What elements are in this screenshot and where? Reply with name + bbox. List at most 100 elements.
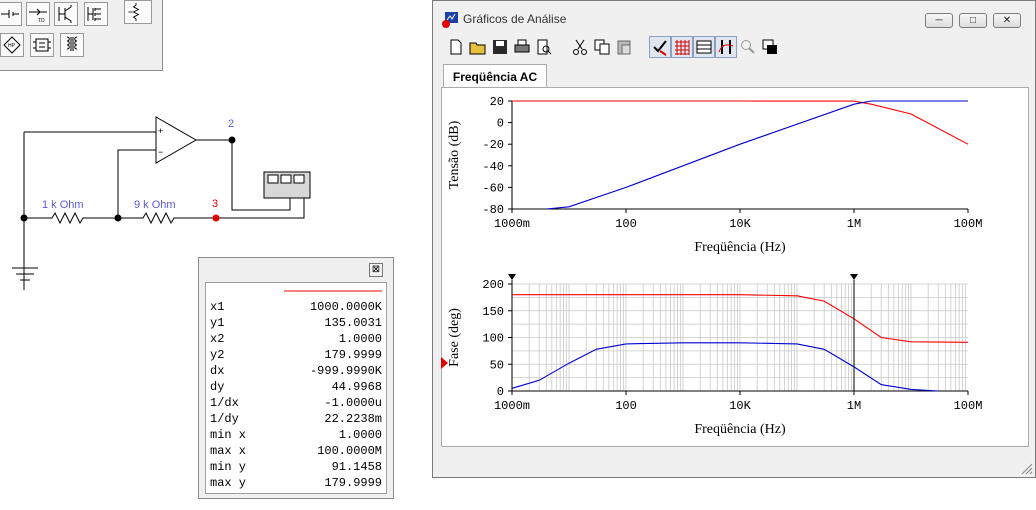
svg-text:+: + — [158, 126, 163, 136]
y-tick-label: 100 — [482, 332, 504, 346]
analysis-window: Gráficos de Análise ─ □ ✕ Freqüência AC … — [432, 0, 1036, 478]
readout-row: y2 179.9999 — [206, 348, 386, 364]
cut-icon[interactable] — [569, 36, 591, 58]
x-tick-label: 1000m — [494, 399, 530, 413]
readout-key: min x — [210, 428, 247, 442]
readout-key: 1/dx — [210, 396, 239, 410]
plot-area[interactable]: 20 0 -20 -40 -60 -80 1000m 100 10K 1M 100M Freqüênc… — [441, 87, 1029, 447]
transistor-icon[interactable] — [54, 2, 78, 26]
save-icon[interactable] — [489, 36, 511, 58]
readout-key: x1 — [210, 300, 225, 314]
readout-key: max x — [210, 444, 247, 458]
open-icon[interactable] — [467, 36, 489, 58]
series-line-blue — [511, 342, 939, 392]
print-icon[interactable] — [511, 36, 533, 58]
readout-value: 91.1458 — [331, 460, 382, 474]
node2-label: 2 — [228, 118, 234, 130]
voltage-source-icon[interactable] — [0, 2, 22, 26]
cursor-readout-window: ⊠ x1 1000.0000K y1 135.0031 x2 1.0000 y2 179.99… — [198, 257, 394, 499]
ground-symbol — [12, 267, 38, 281]
readout-value: 1.0000 — [338, 428, 382, 442]
r2-label: 9 k Ohm — [134, 199, 176, 211]
tab-frequencia-ac[interactable]: Freqüência AC — [443, 64, 547, 88]
print-preview-icon[interactable] — [533, 36, 555, 58]
readout-row: y1 135.0031 — [206, 316, 386, 332]
readout-key: min y — [210, 460, 247, 474]
titlebar[interactable]: Gráficos de Análise ─ □ ✕ — [433, 1, 1035, 37]
transformer-icon[interactable] — [60, 33, 84, 57]
y-tick-label: -80 — [482, 203, 504, 217]
x-tick-label: 100M — [954, 217, 983, 231]
toolbar — [439, 36, 1029, 60]
y-tick-label: -20 — [482, 138, 504, 152]
mosfet-icon[interactable] — [84, 2, 108, 26]
grid-icon[interactable] — [671, 36, 693, 58]
window-icon[interactable] — [759, 36, 781, 58]
y-tick-label: 0 — [497, 385, 504, 399]
copy-icon[interactable] — [591, 36, 613, 58]
readout-table: x1 1000.0000K y1 135.0031 x2 1.0000 y2 179.9999… — [205, 282, 387, 494]
cursor-icon[interactable] — [715, 36, 737, 58]
new-icon[interactable] — [445, 36, 467, 58]
y-tick-label: -60 — [482, 181, 504, 195]
readout-value: 135.0031 — [324, 316, 382, 330]
readout-value: 179.9999 — [324, 476, 382, 490]
potentiometer-icon[interactable] — [124, 0, 152, 24]
readout-row: dy 44.9968 — [206, 380, 386, 396]
svg-text:TD: TD — [38, 18, 45, 24]
x-tick-label: 100 — [615, 217, 637, 231]
readout-key: 1/dy — [210, 412, 239, 426]
properties-icon[interactable] — [649, 36, 671, 58]
maximize-button[interactable]: □ — [959, 13, 987, 28]
resistor-r1 — [24, 211, 118, 225]
y-axis-label: Fase (deg) — [447, 308, 462, 367]
charts-svg[interactable]: 200-20-40-60-801000m 100 10K 1M 100MFreqüênc… — [442, 88, 1028, 446]
r1-label: 1 k Ohm — [42, 199, 84, 211]
svg-text:HP: HP — [8, 43, 16, 49]
readout-value: 1000.0000K — [309, 300, 382, 314]
paste-icon[interactable] — [613, 36, 635, 58]
app-icon — [442, 12, 458, 28]
y-tick-label: 50 — [490, 358, 504, 372]
minimize-button[interactable]: ─ — [925, 13, 953, 28]
readout-value: -999.9990K — [309, 364, 382, 378]
parts-bin: TD HP — [0, 0, 163, 71]
y-tick-label: 0 — [497, 117, 504, 131]
ammeter-icon[interactable]: TD — [26, 2, 50, 26]
wire — [23, 131, 156, 290]
window-title: Gráficos de Análise — [463, 12, 567, 26]
readout-row: x2 1.0000 — [206, 332, 386, 348]
hp-analyzer-icon[interactable]: HP — [0, 33, 24, 57]
series-line-blue — [546, 100, 968, 210]
x-tick-label: 100M — [954, 399, 983, 413]
x-tick-label: 1M — [847, 217, 861, 231]
y-tick-label: 20 — [490, 95, 504, 109]
readout-value: 22.2238m — [324, 412, 382, 426]
zoom-icon[interactable] — [737, 36, 759, 58]
readout-value: 44.9968 — [331, 380, 382, 394]
readout-row: max x 100.0000M — [206, 444, 386, 460]
probe-node-3 — [212, 214, 220, 222]
x-tick-label: 10K — [729, 399, 751, 413]
readout-close-button[interactable]: ⊠ — [369, 263, 383, 277]
readout-row: dx -999.9990K — [206, 364, 386, 380]
table-icon[interactable] — [693, 36, 715, 58]
readout-row: 1/dy 22.2238m — [206, 412, 386, 428]
readout-key: dy — [210, 380, 225, 394]
x-tick-label: 1M — [847, 399, 861, 413]
cursor-handle-icon — [850, 274, 858, 280]
x-tick-label: 1000m — [494, 217, 530, 231]
readout-key: y2 — [210, 348, 225, 362]
resize-grip-icon[interactable] — [1019, 461, 1033, 475]
readout-row: x1 1000.0000K — [206, 300, 386, 316]
close-button[interactable]: ✕ — [993, 13, 1021, 28]
x-axis-label: Freqüência (Hz) — [694, 422, 786, 437]
ic-icon[interactable] — [30, 33, 54, 57]
readout-row: min y 91.1458 — [206, 460, 386, 476]
readout-key: max y — [210, 476, 247, 490]
readout-value: 100.0000M — [317, 444, 382, 458]
readout-value: -1.0000u — [324, 396, 382, 410]
readout-row: 1/dx -1.0000u — [206, 396, 386, 412]
cursor-handle-icon — [508, 274, 516, 280]
readout-key: x2 — [210, 332, 225, 346]
